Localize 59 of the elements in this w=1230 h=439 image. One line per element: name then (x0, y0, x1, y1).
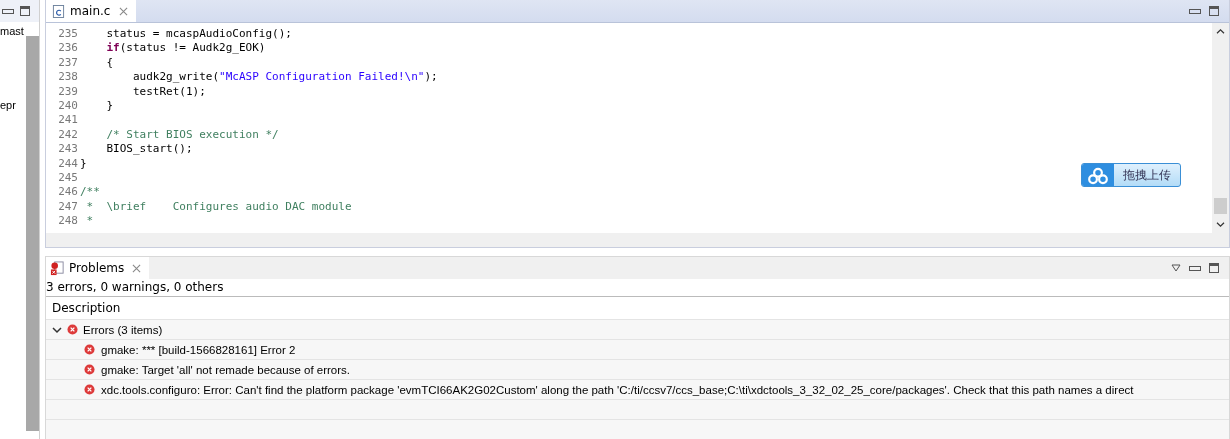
scrollbar[interactable] (1212, 23, 1229, 233)
scrollbar[interactable] (46, 233, 1229, 247)
code-line: } (80, 156, 87, 171)
maximize-icon[interactable] (1209, 263, 1219, 273)
tree-item[interactable]: Errors (3 items) (83, 323, 163, 336)
line-number: 235 (57, 27, 79, 42)
minimize-icon[interactable] (1189, 8, 1201, 14)
tree-item[interactable]: epr (0, 99, 16, 111)
line-number: 241 (57, 113, 79, 128)
tree-item[interactable]: mast (0, 25, 24, 37)
minimize-icon[interactable] (1189, 265, 1201, 271)
code-line: /* Start BIOS execution */ (105, 127, 279, 143)
scrollbar[interactable] (26, 36, 39, 431)
code-line: status = mcaspAudioConfig(); (105, 27, 292, 42)
code-line: audk2g_write("McASP Configuration Failed!\n"); (131, 70, 438, 85)
code-line: { (105, 55, 114, 71)
error-icon (84, 344, 95, 355)
column-header[interactable]: Description (52, 301, 121, 315)
problems-tab[interactable]: Problems (46, 257, 150, 279)
code-line: BIOS_start(); (105, 142, 193, 157)
scroll-up-icon[interactable] (1216, 28, 1225, 35)
code-line: if(status != Audk2g_EOK) (105, 41, 266, 56)
maximize-icon[interactable] (1209, 6, 1219, 16)
cloud-icon (1082, 164, 1114, 186)
line-number: 244 (57, 156, 79, 171)
line-number: 236 (57, 41, 79, 56)
line-number: 246 (57, 185, 79, 200)
code-line: /** (80, 185, 100, 200)
editor-tab[interactable]: main.c (46, 0, 137, 22)
problems-icon (50, 260, 65, 276)
line-number: 238 (57, 70, 79, 85)
minimize-icon[interactable] (2, 8, 14, 14)
code-line: testRet(1); (131, 84, 206, 99)
line-number: 248 (57, 214, 79, 229)
line-number: 240 (57, 98, 79, 114)
code-line: } (105, 98, 114, 114)
error-icon (84, 384, 95, 395)
code-line: * \brief Configures audio DAC module (85, 199, 352, 215)
problem-item[interactable]: gmake: *** [build-1566828161] Error 2 (101, 343, 296, 356)
scroll-thumb[interactable] (1214, 198, 1227, 214)
expand-icon[interactable] (52, 324, 62, 335)
close-icon[interactable] (119, 6, 129, 16)
line-number: 237 (57, 55, 79, 71)
c-file-icon (52, 4, 65, 18)
close-icon[interactable] (132, 263, 142, 273)
line-number: 245 (57, 170, 79, 186)
line-number: 239 (57, 84, 79, 99)
upload-button[interactable]: 拖拽上传 (1081, 163, 1181, 187)
line-number: 242 (57, 127, 79, 143)
line-number: 247 (57, 199, 79, 215)
problems-summary: 3 errors, 0 warnings, 0 others (46, 279, 1229, 297)
view-menu-icon[interactable] (1171, 264, 1181, 272)
code-line: * (85, 214, 94, 229)
line-number: 243 (57, 142, 79, 157)
scroll-down-icon[interactable] (1216, 221, 1225, 228)
error-icon (84, 364, 95, 375)
error-icon (67, 324, 78, 335)
maximize-icon[interactable] (20, 6, 30, 16)
problem-item[interactable]: gmake: Target 'all' not remade because of errors. (101, 363, 350, 376)
